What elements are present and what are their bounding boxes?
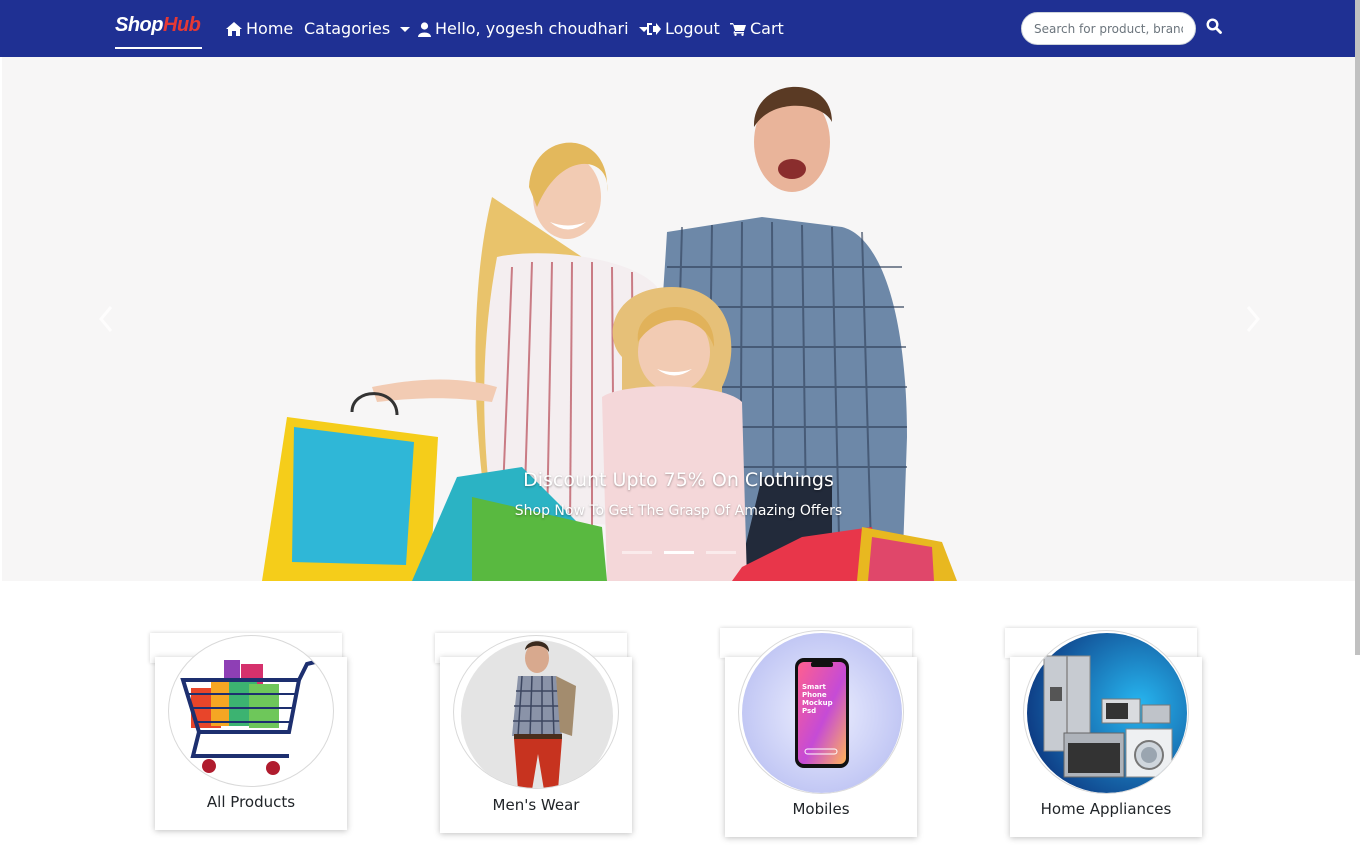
svg-text:Psd: Psd xyxy=(802,707,816,715)
chevron-left-icon xyxy=(99,306,113,332)
nav-home-label: Home xyxy=(246,19,294,38)
category-label: Home Appliances xyxy=(1040,800,1172,818)
nav-logout-label: Logout xyxy=(665,19,720,38)
category-card-mens-wear[interactable]: Men's Wear xyxy=(440,635,632,833)
man-fashion-icon xyxy=(461,640,613,788)
carousel-caption-title: Discount Upto 75% On Clothings xyxy=(523,469,834,491)
cart-icon xyxy=(730,23,746,36)
nav-categories-label: Catagories xyxy=(304,19,391,38)
girl-figure xyxy=(602,287,747,581)
category-label: All Products xyxy=(206,793,296,811)
logout-icon xyxy=(647,23,661,35)
category-card-home-appliances[interactable]: Home Appliances xyxy=(1010,630,1202,837)
svg-text:Phone: Phone xyxy=(802,691,827,699)
carousel-indicators xyxy=(622,551,736,554)
category-label: Mobiles xyxy=(792,800,850,818)
nav-user-dropdown[interactable]: Hello, yogesh choudhari xyxy=(418,18,649,40)
nav-categories-dropdown[interactable]: Catagories xyxy=(304,18,411,40)
home-icon xyxy=(226,22,242,36)
category-image-circle xyxy=(1023,630,1189,794)
hero-carousel: Discount Upto 75% On Clothings Shop Now … xyxy=(2,57,1355,581)
category-image-circle: Smart Phone Mockup Psd xyxy=(738,630,904,794)
shopping-cart-icon xyxy=(180,660,316,775)
category-image-circle xyxy=(453,635,619,789)
brand-active-underline xyxy=(115,47,202,49)
carousel-next-button[interactable] xyxy=(1232,287,1272,347)
category-label: Men's Wear xyxy=(492,796,580,814)
carousel-prev-button[interactable] xyxy=(87,287,127,347)
nav-cart-link[interactable]: Cart xyxy=(730,18,784,40)
carousel-indicator-active[interactable] xyxy=(664,551,694,554)
search-input[interactable] xyxy=(1021,12,1196,45)
category-card-mobiles[interactable]: Smart Phone Mockup Psd Mobiles xyxy=(725,630,917,837)
nav-logout-link[interactable]: Logout xyxy=(646,18,720,40)
nav-user-label: Hello, yogesh choudhari xyxy=(435,19,629,38)
nav-cart-label: Cart xyxy=(750,19,784,38)
search-button[interactable] xyxy=(1206,18,1228,40)
nav-home-link[interactable]: Home xyxy=(226,18,293,40)
carousel-indicator[interactable] xyxy=(706,551,736,554)
category-card-all-products[interactable]: All Products xyxy=(155,635,347,830)
svg-text:Smart: Smart xyxy=(802,683,827,691)
svg-text:Mockup: Mockup xyxy=(802,699,833,707)
search-icon xyxy=(1206,18,1222,34)
page-scrollbar[interactable] xyxy=(1355,0,1360,655)
smartphone-icon: SmartPhoneMockupPsd xyxy=(742,633,902,793)
appliances-icon xyxy=(1027,633,1187,793)
category-image-circle xyxy=(168,635,334,787)
user-icon xyxy=(418,21,431,37)
chevron-down-icon xyxy=(400,26,411,32)
chevron-right-icon xyxy=(1246,306,1260,332)
top-navbar: ShopHub Home Catagories Hello, yogesh ch… xyxy=(0,0,1360,57)
carousel-caption-subtitle: Shop Now To Get The Grasp Of Amazing Off… xyxy=(514,503,843,519)
brand-logo[interactable]: ShopHub xyxy=(115,14,201,37)
carousel-indicator[interactable] xyxy=(622,551,652,554)
